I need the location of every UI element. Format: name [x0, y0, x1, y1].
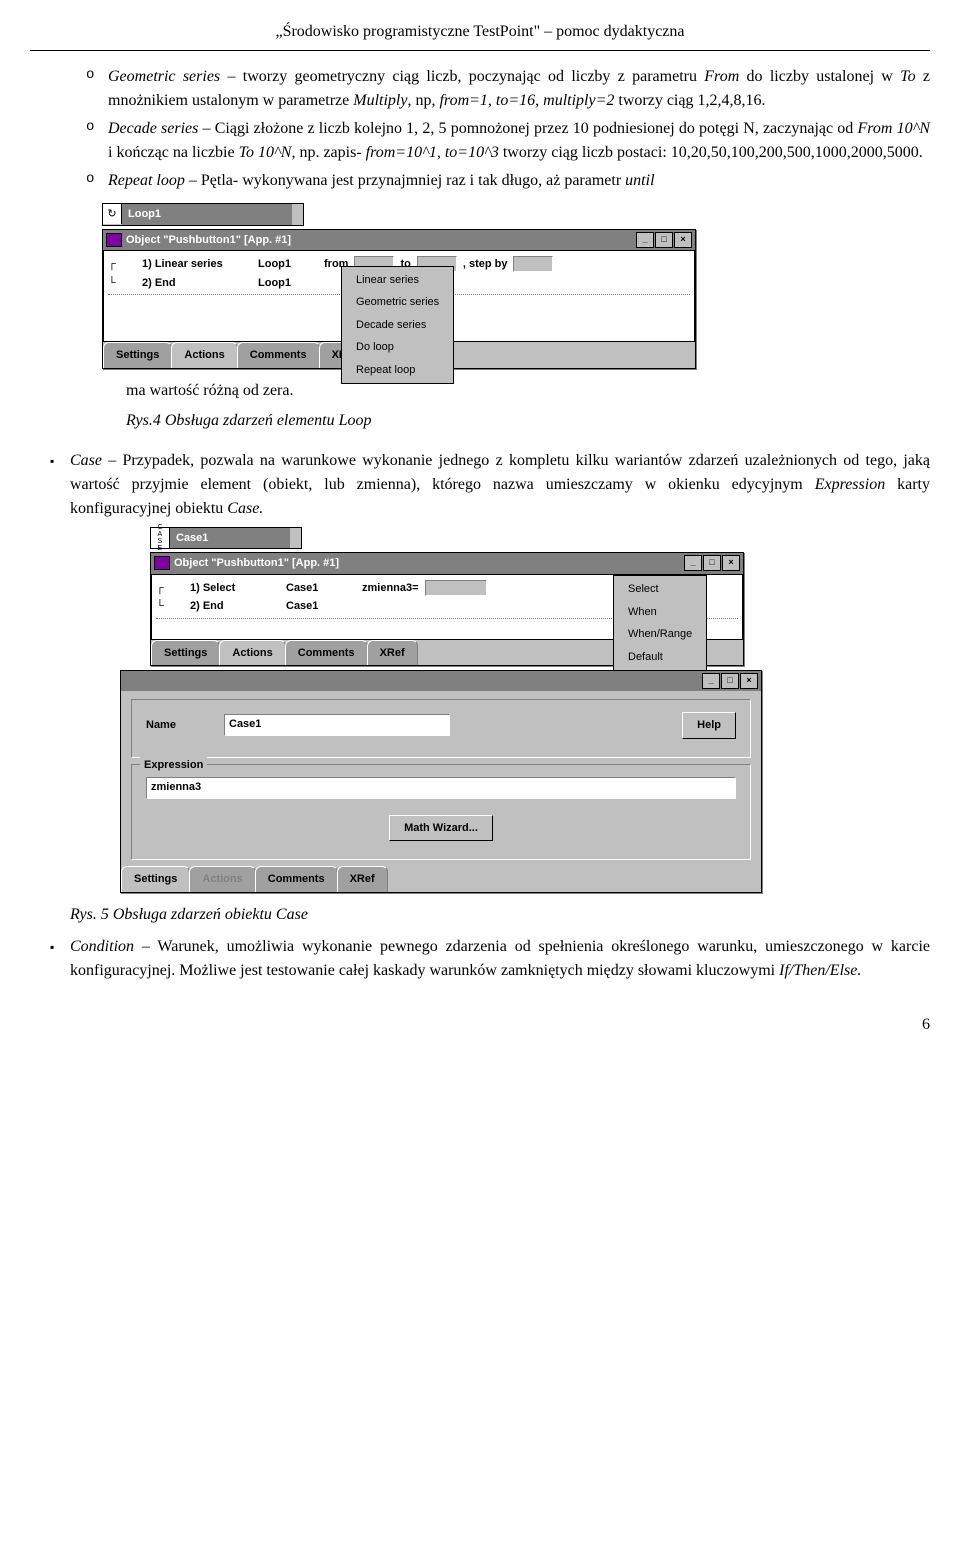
row1-step-label: , step by — [463, 256, 508, 273]
condition-text: Condition – Warunek, umożliwia wykonanie… — [70, 935, 930, 983]
loop-context-menu[interactable]: Linear series Geometric series Decade se… — [341, 266, 454, 385]
menu-when[interactable]: When — [614, 601, 706, 624]
bullet-marker: ▪ — [50, 935, 70, 956]
name-group: Name Case1 Help — [131, 699, 751, 758]
row1-action: 1) Linear series — [142, 256, 252, 273]
menu-repeat-loop[interactable]: Repeat loop — [342, 359, 453, 382]
repeat-loop-text: Repeat loop – Pętla- wykonywana jest prz… — [108, 169, 655, 193]
case-icon: CASE — [151, 528, 170, 548]
row-marker: └ — [108, 275, 136, 292]
menu-linear-series[interactable]: Linear series — [342, 269, 453, 292]
case-bar-label: Case1 — [170, 528, 290, 549]
close-button[interactable]: × — [674, 232, 692, 248]
minimize-button[interactable]: _ — [636, 232, 654, 248]
close-button[interactable]: × — [722, 555, 740, 571]
expression-input[interactable]: zmienna3 — [146, 777, 736, 799]
bullet-marker: o — [86, 169, 108, 190]
object-icon — [154, 556, 170, 570]
tab-settings[interactable]: Settings — [103, 342, 172, 368]
page-header: „Środowisko programistyczne TestPoint" –… — [30, 20, 930, 44]
tab-xref[interactable]: XRef — [367, 640, 418, 666]
tab-actions[interactable]: Actions — [171, 342, 237, 368]
loop-icon: ↻ — [103, 204, 122, 224]
loop-window-title: Object "Pushbutton1" [App. #1] — [126, 232, 291, 249]
case-actions-titlebar[interactable]: Object "Pushbutton1" [App. #1] _ □ × — [151, 553, 743, 574]
bullet-marker: ▪ — [50, 449, 70, 470]
maximize-button[interactable]: □ — [703, 555, 721, 571]
decade-series-text: Decade series – Ciągi złożone z liczb ko… — [108, 117, 930, 165]
fig5-caption: Rys. 5 Obsługa zdarzeń obiektu Case — [70, 903, 930, 927]
name-label: Name — [146, 717, 216, 734]
header-divider — [30, 50, 930, 51]
expression-group: Expression zmienna3 Math Wizard... — [131, 764, 751, 861]
expr-field[interactable] — [425, 580, 487, 596]
row2-end: 2) End — [190, 598, 280, 615]
minimize-button[interactable]: _ — [684, 555, 702, 571]
tab-settings[interactable]: Settings — [121, 866, 190, 892]
row1-object: Case1 — [286, 580, 356, 597]
row2-object: Case1 — [286, 598, 318, 615]
row-marker: ┌ — [156, 580, 184, 597]
loop-bar-label: Loop1 — [122, 204, 292, 225]
bullet-marker: o — [86, 65, 108, 86]
menu-select[interactable]: Select — [614, 578, 706, 601]
bullet-marker: o — [86, 117, 108, 138]
tab-actions[interactable]: Actions — [219, 640, 285, 666]
tab-comments[interactable]: Comments — [285, 640, 368, 666]
row2-object: Loop1 — [258, 275, 291, 292]
fig4-caption: Rys.4 Obsługa zdarzeń elementu Loop — [126, 409, 930, 433]
row1-object: Loop1 — [258, 256, 318, 273]
row1-select: 1) Select — [190, 580, 280, 597]
row-marker: ┌ — [108, 256, 136, 273]
close-button[interactable]: × — [740, 673, 758, 689]
case-context-menu[interactable]: Select When When/Range Default — [613, 575, 707, 671]
tab-settings[interactable]: Settings — [151, 640, 220, 666]
tab-xref[interactable]: XRef — [337, 866, 388, 892]
menu-geometric-series[interactable]: Geometric series — [342, 291, 453, 314]
step-field[interactable] — [513, 256, 553, 272]
case-actions-title: Object "Pushbutton1" [App. #1] — [174, 555, 339, 572]
row-marker: └ — [156, 598, 184, 615]
expression-label: Expression — [140, 757, 207, 774]
tab-comments[interactable]: Comments — [255, 866, 338, 892]
tab-actions[interactable]: Actions — [189, 866, 255, 892]
help-button[interactable]: Help — [682, 712, 736, 739]
tab-comments[interactable]: Comments — [237, 342, 320, 368]
loop-window-titlebar[interactable]: Object "Pushbutton1" [App. #1] _ □ × — [103, 230, 695, 251]
menu-do-loop[interactable]: Do loop — [342, 336, 453, 359]
loop-figure: ↻ Loop1 Object "Pushbutton1" [App. #1] _… — [102, 203, 930, 369]
maximize-button[interactable]: □ — [655, 232, 673, 248]
repeat-loop-tail: ma wartość różną od zera. — [126, 379, 930, 403]
name-input[interactable]: Case1 — [224, 714, 450, 736]
case-figure: CASE Case1 Object "Pushbutton1" [App. #1… — [150, 527, 930, 893]
case-settings-titlebar[interactable]: _ □ × — [121, 671, 761, 691]
case-settings-tabs: Settings Actions Comments XRef — [121, 866, 761, 892]
page-number: 6 — [30, 1013, 930, 1037]
maximize-button[interactable]: □ — [721, 673, 739, 689]
case-object-bar[interactable]: CASE Case1 — [150, 527, 302, 550]
row2-action: 2) End — [142, 275, 252, 292]
menu-when-range[interactable]: When/Range — [614, 623, 706, 646]
menu-decade-series[interactable]: Decade series — [342, 314, 453, 337]
menu-default[interactable]: Default — [614, 646, 706, 669]
math-wizard-button[interactable]: Math Wizard... — [389, 815, 493, 842]
row1-expr: zmienna3= — [362, 580, 419, 597]
object-icon — [106, 233, 122, 247]
geometric-series-text: Geometric series – tworzy geometryczny c… — [108, 65, 930, 113]
minimize-button[interactable]: _ — [702, 673, 720, 689]
loop-object-bar[interactable]: ↻ Loop1 — [102, 203, 304, 226]
case-text: Case – Przypadek, pozwala na warunkowe w… — [70, 449, 930, 521]
